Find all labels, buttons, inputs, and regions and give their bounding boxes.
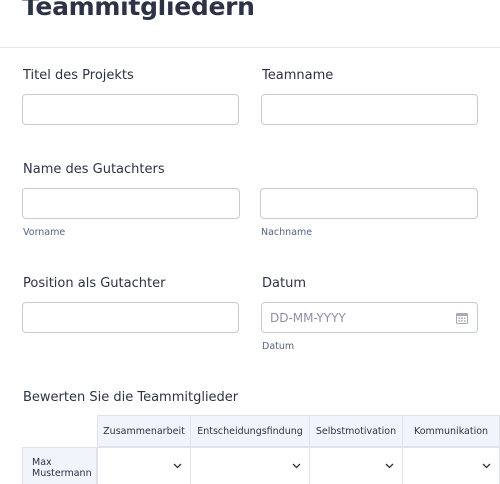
matrix-column-header: Entscheidungsfindung xyxy=(190,415,310,447)
matrix-dropdown-selbstmotivation[interactable] xyxy=(309,447,403,484)
last-name-sublabel: Nachname xyxy=(261,227,313,238)
position-label: Position als Gutachter xyxy=(23,276,166,291)
header-divider xyxy=(0,47,500,48)
chevron-down-icon xyxy=(385,463,394,469)
project-title-input[interactable] xyxy=(22,94,239,125)
matrix-column-header: Selbstmotivation xyxy=(309,415,403,447)
reviewer-name-label: Name des Gutachters xyxy=(23,162,165,177)
chevron-down-icon xyxy=(173,463,182,469)
date-sublabel: Datum xyxy=(262,341,295,352)
first-name-sublabel: Vorname xyxy=(23,227,66,238)
team-name-input[interactable] xyxy=(261,94,478,125)
matrix-column-header: Zusammenarbeit xyxy=(97,415,191,447)
position-input[interactable] xyxy=(22,302,239,333)
project-title-label: Titel des Projekts xyxy=(23,68,134,83)
date-input[interactable]: DD-MM-YYYY xyxy=(261,302,478,333)
calendar-icon[interactable] xyxy=(456,312,468,324)
rating-matrix: Zusammenarbeit Entscheidungsfindung Selb… xyxy=(22,415,500,484)
date-label: Datum xyxy=(262,276,306,291)
matrix-column-header: Kommunikation xyxy=(402,415,500,447)
matrix-dropdown-kommunikation[interactable] xyxy=(402,447,500,484)
row-name-line1: Max xyxy=(32,457,52,468)
matrix-row-label: Max Mustermann xyxy=(22,447,97,484)
rating-label: Bewerten Sie die Teammitglieder xyxy=(23,390,239,405)
matrix-dropdown-zusammenarbeit[interactable] xyxy=(97,447,191,484)
row-name-line2: Mustermann xyxy=(32,468,92,479)
chevron-down-icon xyxy=(482,463,491,469)
form-heading: Teammitgliedern xyxy=(22,0,255,21)
last-name-input[interactable] xyxy=(260,188,478,219)
team-name-label: Teamname xyxy=(262,68,334,83)
first-name-input[interactable] xyxy=(22,188,240,219)
date-placeholder: DD-MM-YYYY xyxy=(270,310,346,325)
matrix-dropdown-entscheidungsfindung[interactable] xyxy=(190,447,310,484)
chevron-down-icon xyxy=(292,463,301,469)
